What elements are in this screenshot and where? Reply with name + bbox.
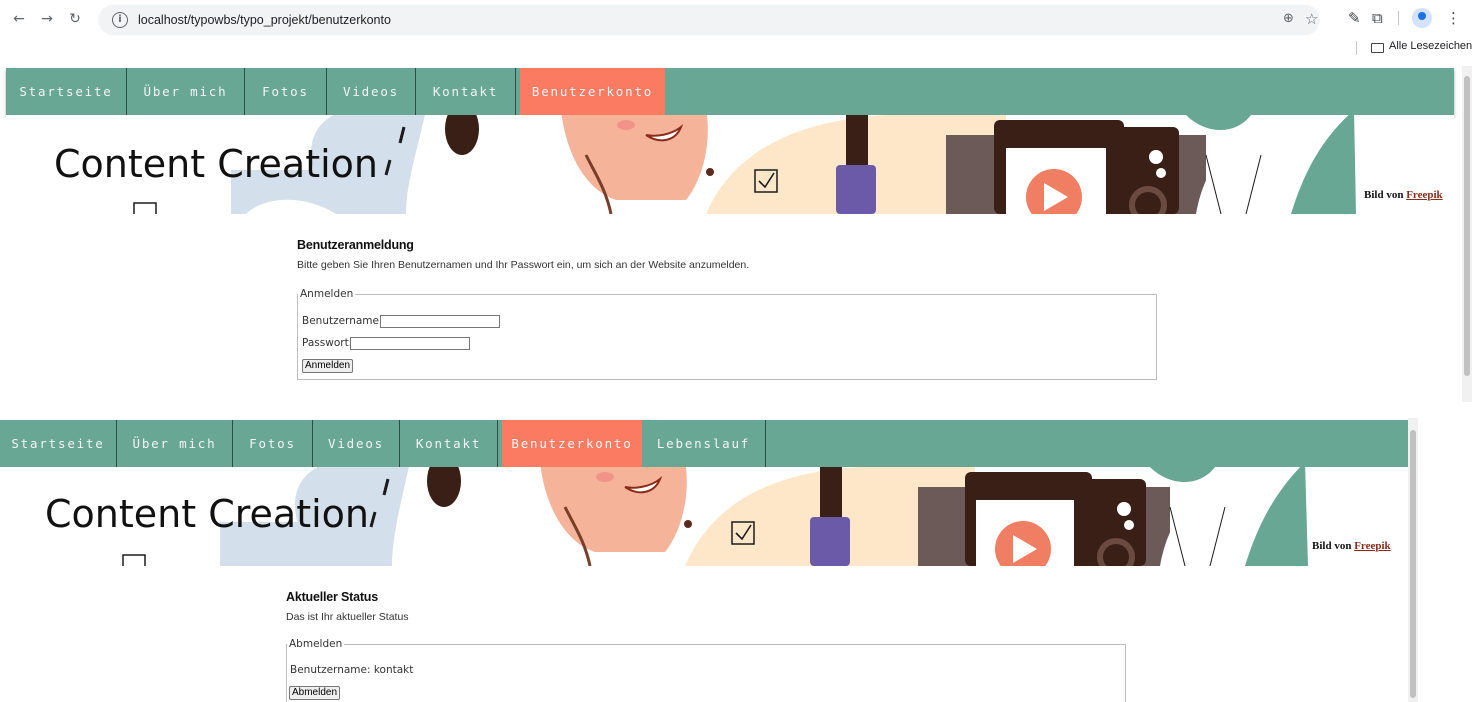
page-view-login: Startseite Über mich Fotos Videos Kontak… bbox=[0, 66, 1472, 402]
page-scrollbar-thumb[interactable] bbox=[1464, 76, 1470, 376]
header-banner: Content Creation Bild von Freepik bbox=[6, 115, 1454, 214]
nav-ueber-mich[interactable]: Über mich bbox=[127, 68, 245, 115]
logout-legend: Abmelden bbox=[289, 638, 343, 650]
bookmarks-divider bbox=[1356, 41, 1357, 55]
all-bookmarks-link[interactable]: Alle Lesezeichen bbox=[1389, 40, 1472, 52]
login-legend: Anmelden bbox=[300, 288, 354, 300]
freepik-link[interactable]: Freepik bbox=[1406, 189, 1442, 201]
status-description: Das ist Ihr aktueller Status bbox=[286, 611, 409, 623]
extensions-icon[interactable]: ⧉ bbox=[1372, 9, 1383, 27]
username-input[interactable] bbox=[380, 315, 500, 328]
nav-fotos-2[interactable]: Fotos bbox=[233, 420, 313, 467]
nav-benutzerkonto-2[interactable]: Benutzerkonto bbox=[502, 420, 642, 467]
nav-benutzerkonto[interactable]: Benutzerkonto bbox=[520, 68, 665, 115]
status-content: Aktueller Status Das ist Ihr aktueller S… bbox=[286, 590, 1126, 623]
login-fieldset: Anmelden bbox=[297, 288, 1157, 380]
page-view-status: Startseite Über mich Fotos Videos Kontak… bbox=[0, 418, 1418, 702]
login-title: Benutzeranmeldung bbox=[297, 238, 414, 252]
nav-kontakt-2[interactable]: Kontakt bbox=[400, 420, 498, 467]
nav-kontakt[interactable]: Kontakt bbox=[416, 68, 516, 115]
banner-illustration-2: Content Creation bbox=[15, 467, 1308, 566]
password-label: Passwort: bbox=[302, 337, 353, 349]
back-arrow-icon[interactable]: ← bbox=[10, 10, 28, 28]
address-bar-url[interactable]: localhost/typowbs/typo_projekt/benutzerk… bbox=[138, 11, 391, 29]
credit-prefix: Bild von bbox=[1364, 189, 1404, 201]
header-banner-2: Content Creation Bild von Freepik bbox=[0, 467, 1408, 566]
nav-startseite[interactable]: Startseite bbox=[6, 68, 127, 115]
main-navigation-2: Startseite Über mich Fotos Videos Kontak… bbox=[0, 420, 1408, 467]
image-credit: Bild von Freepik bbox=[1364, 189, 1443, 201]
address-bar[interactable]: i localhost/typowbs/typo_projekt/benutze… bbox=[98, 5, 1320, 35]
profile-icon[interactable] bbox=[1412, 8, 1432, 28]
image-credit-2: Bild von Freepik bbox=[1312, 540, 1391, 552]
browser-chrome: ← → ↻ i localhost/typowbs/typo_projekt/b… bbox=[0, 0, 1477, 66]
page-scrollbar[interactable] bbox=[1462, 66, 1472, 402]
nav-lebenslauf-2[interactable]: Lebenslauf bbox=[642, 420, 766, 467]
main-navigation: Startseite Über mich Fotos Videos Kontak… bbox=[6, 68, 1454, 115]
credit-prefix-2: Bild von bbox=[1312, 540, 1352, 552]
page-scrollbar-2[interactable] bbox=[1408, 418, 1418, 702]
site-info-icon[interactable]: i bbox=[112, 12, 128, 28]
nav-videos-2[interactable]: Videos bbox=[313, 420, 400, 467]
nav-videos[interactable]: Videos bbox=[327, 68, 416, 115]
password-input[interactable] bbox=[350, 337, 470, 350]
banner-title: Content Creation bbox=[54, 142, 378, 186]
logout-button[interactable]: Abmelden bbox=[289, 686, 341, 700]
current-username: Benutzername: kontakt bbox=[290, 664, 414, 676]
page-scrollbar-thumb-2[interactable] bbox=[1410, 430, 1416, 698]
menu-dots-icon[interactable]: ⋮ bbox=[1446, 9, 1461, 27]
eyedropper-icon[interactable]: ✎ bbox=[1348, 9, 1361, 27]
login-content: Benutzeranmeldung Bitte geben Sie Ihren … bbox=[297, 238, 1157, 271]
zoom-icon[interactable]: ⊕ bbox=[1283, 11, 1294, 26]
freepik-link-2[interactable]: Freepik bbox=[1354, 540, 1390, 552]
reload-icon[interactable]: ↻ bbox=[66, 10, 84, 28]
banner-title-2: Content Creation bbox=[45, 492, 369, 536]
nav-ueber-mich-2[interactable]: Über mich bbox=[117, 420, 233, 467]
toolbar-divider bbox=[1398, 11, 1399, 25]
forward-arrow-icon[interactable]: → bbox=[38, 10, 56, 28]
banner-illustration: Content Creation bbox=[21, 115, 1356, 214]
status-title: Aktueller Status bbox=[286, 590, 378, 604]
nav-startseite-2[interactable]: Startseite bbox=[0, 420, 117, 467]
nav-fotos[interactable]: Fotos bbox=[245, 68, 327, 115]
bookmark-star-icon[interactable]: ☆ bbox=[1305, 10, 1318, 28]
bookmarks-bar: Alle Lesezeichen bbox=[0, 38, 1477, 58]
folder-icon[interactable] bbox=[1371, 43, 1384, 53]
login-button[interactable]: Anmelden bbox=[302, 359, 354, 373]
username-label: Benutzername: bbox=[302, 315, 383, 327]
login-description: Bitte geben Sie Ihren Benutzernamen und … bbox=[297, 259, 750, 271]
